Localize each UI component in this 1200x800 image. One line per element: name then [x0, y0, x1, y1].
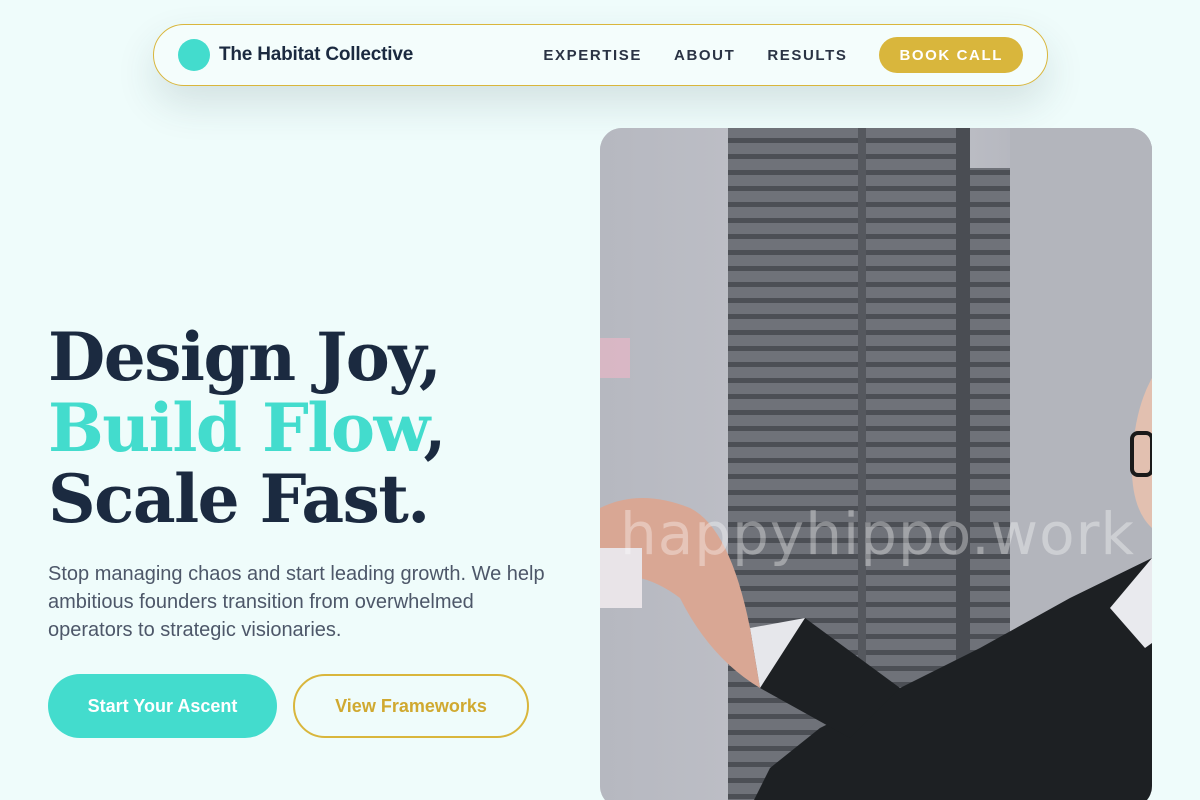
nav-link-results[interactable]: RESULTS: [767, 47, 847, 64]
top-navigation: The Habitat Collective EXPERTISE ABOUT R…: [153, 24, 1048, 86]
book-call-button[interactable]: BOOK CALL: [879, 37, 1023, 73]
headline-line-1: Design Joy,: [48, 318, 442, 396]
photo-watermark: happyhippo.work: [620, 500, 1136, 568]
brand-name[interactable]: The Habitat Collective: [219, 44, 413, 66]
headline-line-2: Build Flow,: [48, 393, 446, 464]
photo-illustration: [600, 128, 1152, 800]
nav-links: EXPERTISE ABOUT RESULTS BOOK CALL: [543, 37, 1023, 73]
headline-comma: ,: [423, 389, 446, 467]
headline-highlight: Build Flow: [48, 389, 425, 467]
hero-photo: happyhippo.work: [600, 128, 1152, 800]
view-frameworks-button[interactable]: View Frameworks: [293, 674, 529, 738]
hero-subtitle: Stop managing chaos and start leading gr…: [48, 563, 545, 641]
nav-link-about[interactable]: ABOUT: [674, 47, 735, 64]
nav-link-expertise[interactable]: EXPERTISE: [543, 47, 642, 64]
start-your-ascent-button[interactable]: Start Your Ascent: [48, 674, 277, 738]
headline-line-3: Scale Fast.: [48, 460, 430, 538]
logo-icon[interactable]: [178, 39, 210, 71]
hero-headline: Design Joy, Build Flow, Scale Fast.: [48, 318, 446, 538]
